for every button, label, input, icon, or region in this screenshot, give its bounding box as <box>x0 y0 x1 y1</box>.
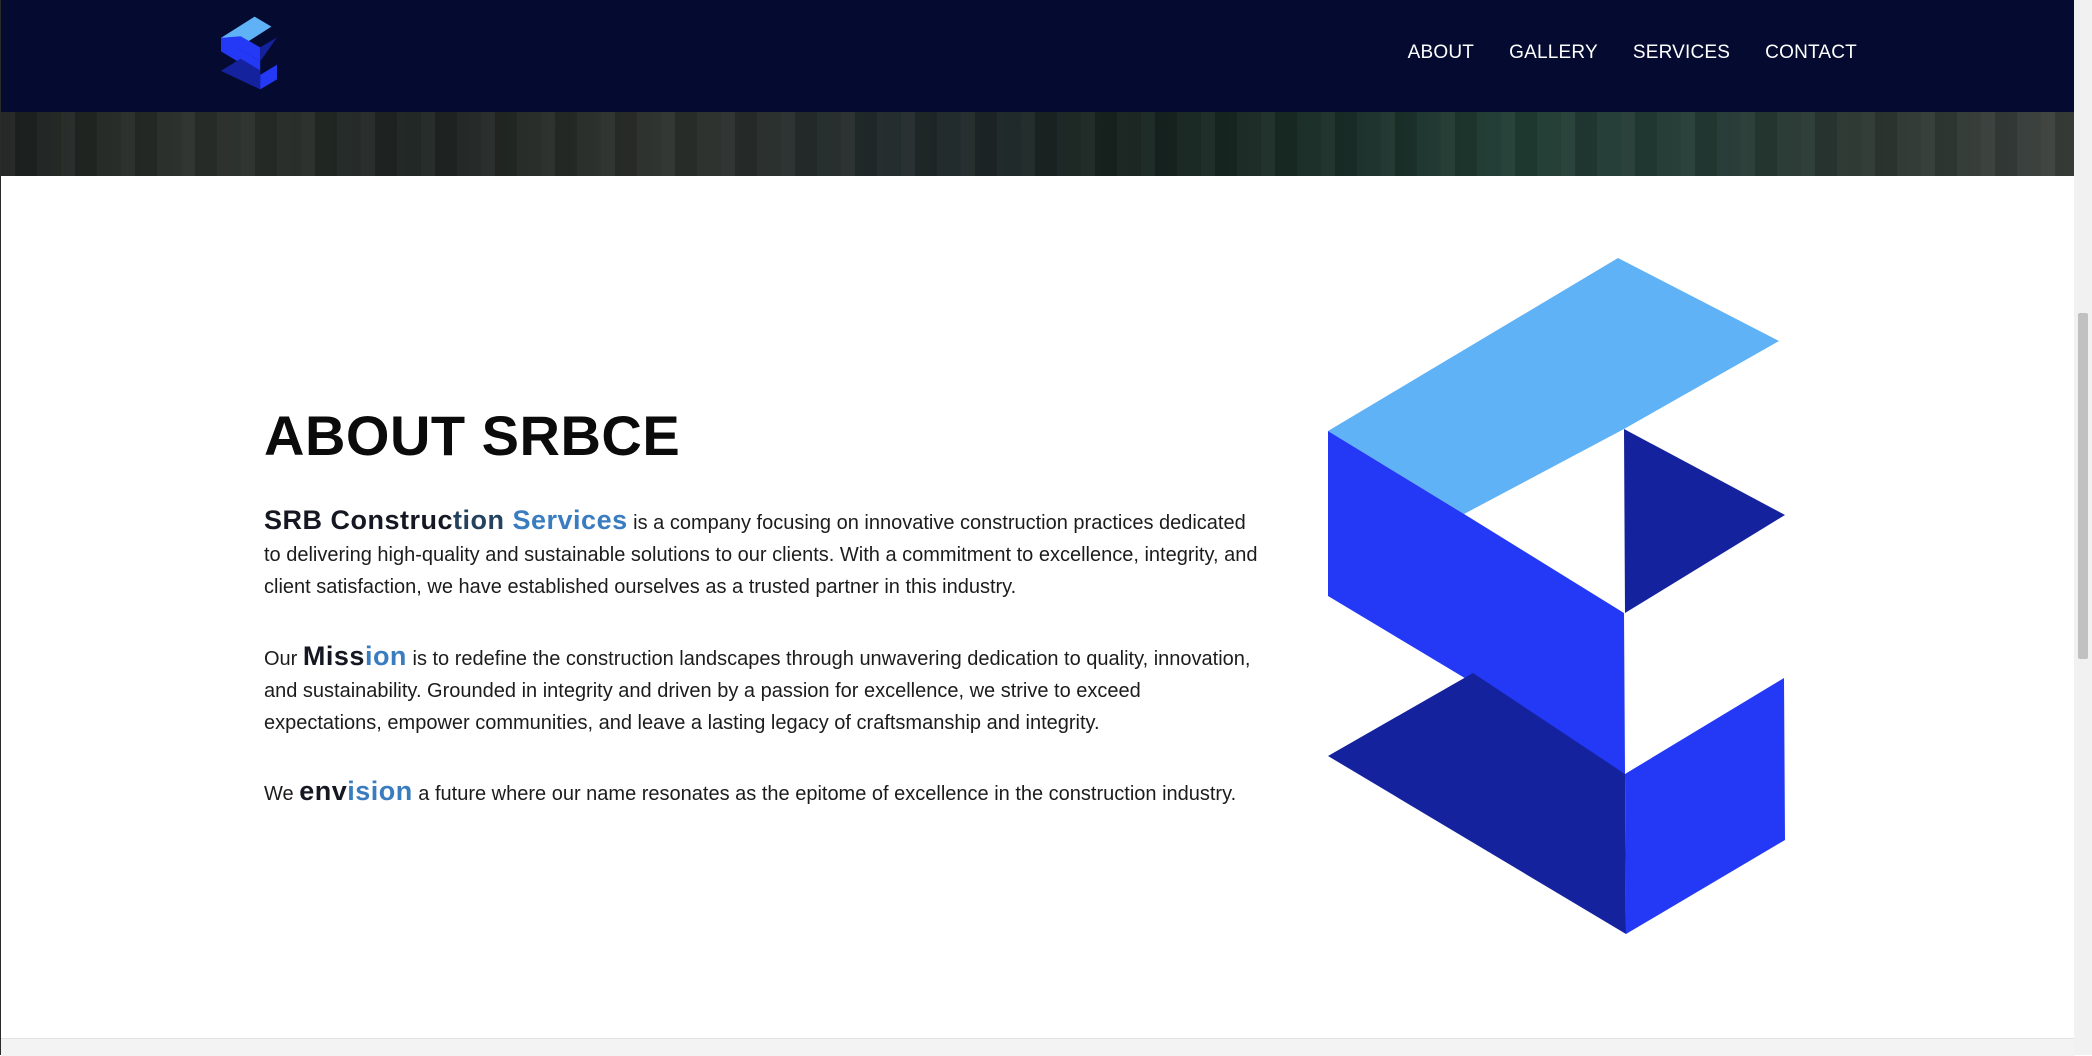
about-paragraph-company: SRB Construction Services is a company f… <box>264 504 1264 603</box>
mission-prefix: Our <box>264 648 303 670</box>
scrollbar-thumb[interactable] <box>2078 313 2088 659</box>
vision-description: a future where our name resonates as the… <box>412 783 1237 805</box>
srbce-logo-large-icon <box>1328 258 1785 934</box>
company-name-dark-2: tion <box>453 505 513 535</box>
about-paragraph-mission: Our Mission is to redefine the construct… <box>264 640 1264 739</box>
vision-word-light: ision <box>347 776 413 806</box>
navbar: ABOUT GALLERY SERVICES CONTACT <box>1 0 2075 112</box>
nav-gallery[interactable]: GALLERY <box>1509 42 1598 64</box>
mission-word-dark: Miss <box>302 641 365 671</box>
vertical-scrollbar[interactable] <box>2074 0 2092 1055</box>
company-name-dark: SRB Construc <box>264 505 454 535</box>
vision-word-dark: env <box>299 776 348 806</box>
main-nav: ABOUT GALLERY SERVICES CONTACT <box>1408 42 1857 64</box>
nav-services[interactable]: SERVICES <box>1633 42 1730 64</box>
mission-description: is to redefine the construction landscap… <box>264 648 1251 734</box>
footer-edge <box>1 1038 2075 1056</box>
company-name-light: Services <box>512 505 628 535</box>
about-section: ABOUT SRBCE SRB Construction Services is… <box>264 404 1264 806</box>
mission-word-light: ion <box>364 641 407 671</box>
page: ABOUT GALLERY SERVICES CONTACT ABOUT SRB… <box>0 0 2075 1056</box>
vision-prefix: We <box>264 783 300 805</box>
nav-contact[interactable]: CONTACT <box>1765 42 1857 64</box>
about-paragraph-vision: We envision a future where our name reso… <box>264 775 1264 810</box>
logo-icon[interactable] <box>221 16 277 90</box>
about-title: ABOUT SRBCE <box>264 404 681 467</box>
nav-about[interactable]: ABOUT <box>1408 42 1474 64</box>
